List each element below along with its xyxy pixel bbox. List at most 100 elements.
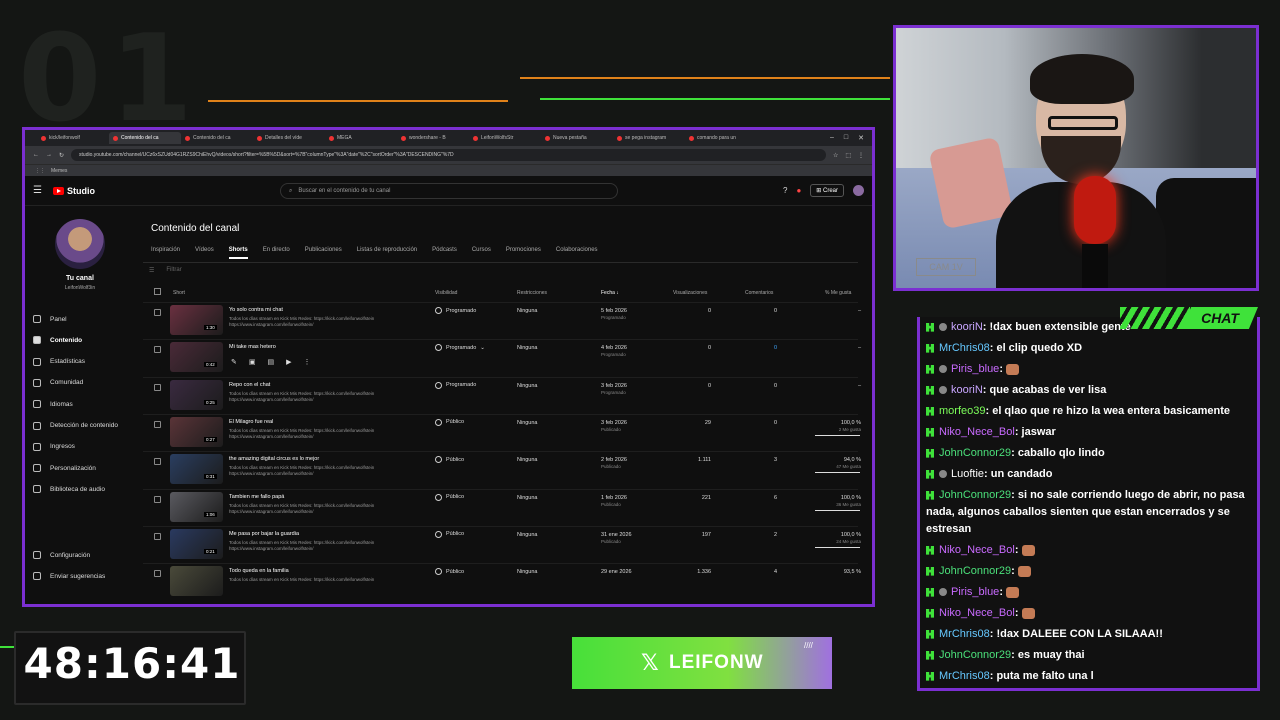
bookmark-star-icon[interactable]: ☆ — [833, 152, 838, 159]
visibility-cell[interactable]: Público — [435, 493, 464, 501]
sidebar-item-settings[interactable]: Configuración — [33, 547, 133, 563]
col-visibility[interactable]: Visibilidad — [435, 290, 457, 296]
sidebar-item-idiomas[interactable]: Idiomas — [33, 396, 133, 412]
chat-username[interactable]: Piris_blue — [951, 363, 999, 375]
row-checkbox[interactable] — [154, 570, 161, 578]
maximize-icon[interactable]: □ — [844, 134, 848, 142]
tab-cursos[interactable]: Cursos — [472, 247, 491, 259]
chat-username[interactable]: MrChris08 — [939, 628, 990, 640]
row-checkbox[interactable] — [154, 346, 161, 354]
sidebar-item-panel[interactable]: Panel — [33, 311, 133, 327]
sidebar-item-ingresos[interactable]: Ingresos — [33, 439, 133, 455]
video-thumbnail[interactable] — [170, 379, 223, 410]
table-row[interactable]: 1:06 Tambien me fallo papá Todos los días … — [143, 488, 861, 526]
sidebar-item-contenido[interactable]: Contenido — [33, 332, 133, 348]
tab-inspiración[interactable]: Inspiración — [151, 247, 180, 259]
col-short[interactable]: Short — [173, 290, 185, 296]
browser-tab[interactable]: kick/leifonwolf — [37, 132, 109, 144]
table-row[interactable]: 0:25 Repo con el chat Todos los días strea… — [143, 376, 861, 414]
chat-username[interactable]: Luoftie — [951, 468, 984, 480]
video-title[interactable]: Todo queda en la familia — [229, 568, 289, 574]
browser-tab[interactable]: Contenido del ca — [109, 132, 181, 144]
chat-username[interactable]: Niko_Nece_Bol — [939, 607, 1015, 619]
channel-avatar[interactable] — [55, 219, 105, 269]
analytics-icon[interactable]: ▣ — [249, 358, 256, 366]
video-thumbnail[interactable] — [170, 528, 223, 559]
filter-bar[interactable]: ☰ Filtrar — [149, 267, 182, 274]
chat-username[interactable]: Niko_Nece_Bol — [939, 544, 1015, 556]
video-title[interactable]: Me pasa por bajar la guardia — [229, 531, 299, 537]
sidebar-item-detección-de-contenido[interactable]: Detección de contenido — [33, 418, 133, 434]
video-thumbnail[interactable] — [170, 416, 223, 447]
browser-tab[interactable]: MEGA — [325, 132, 397, 144]
row-checkbox[interactable] — [154, 495, 161, 503]
video-title[interactable]: Tambien me fallo papá — [229, 494, 284, 500]
chat-username[interactable]: JohnConnor29 — [939, 649, 1011, 661]
chat-username[interactable]: JohnConnor29 — [939, 447, 1011, 459]
col-restrictions[interactable]: Restricciones — [517, 290, 547, 296]
apps-icon[interactable]: ⋮⋮ — [35, 168, 45, 174]
chat-username[interactable]: MrChris08 — [939, 670, 990, 682]
chat-username[interactable]: morfeo39 — [939, 405, 985, 417]
tab-shorts[interactable]: Shorts — [228, 247, 248, 259]
video-thumbnail[interactable] — [170, 454, 223, 485]
minimize-icon[interactable]: – — [830, 134, 834, 142]
table-row[interactable]: 0:31 the amazing digital circus es lo mej… — [143, 451, 861, 488]
col-comments[interactable]: Comentarios — [745, 290, 773, 296]
sidebar-item-biblioteca-de-audio[interactable]: Biblioteca de audio — [33, 481, 133, 497]
table-row[interactable]: 1:30 Yo solo contra mi chat Todos los días… — [143, 302, 861, 339]
reload-icon[interactable]: ↻ — [59, 152, 64, 159]
youtube-icon[interactable]: ▶ — [286, 358, 291, 366]
account-avatar[interactable] — [853, 185, 864, 196]
studio-logo[interactable]: Studio — [53, 186, 95, 196]
tab-pódcasts[interactable]: Pódcasts — [432, 247, 457, 259]
create-button[interactable]: ⊞ Crear — [810, 184, 844, 197]
help-icon[interactable]: ? — [783, 186, 787, 195]
browser-tab[interactable]: Detalles del víde — [253, 132, 325, 144]
row-checkbox[interactable] — [154, 532, 161, 540]
chat-username[interactable]: Niko_Nece_Bol — [939, 426, 1015, 438]
browser-tab[interactable]: Nueva pestaña — [541, 132, 613, 144]
row-checkbox[interactable] — [154, 383, 161, 391]
table-row[interactable]: 0:27 El Milagro fue real Todos los días st… — [143, 413, 861, 451]
browser-tab[interactable]: comando para un — [685, 132, 757, 144]
tab-en-directo[interactable]: En directo — [263, 247, 290, 259]
video-title[interactable]: the amazing digital circus es lo mejor — [229, 456, 319, 462]
video-thumbnail[interactable] — [170, 491, 223, 522]
search-input[interactable]: ⌕ Buscar en el contenido de tu canal — [280, 183, 618, 199]
browser-tab[interactable]: se pega instagram — [613, 132, 685, 144]
row-checkbox[interactable] — [154, 420, 161, 428]
forward-icon[interactable]: → — [46, 152, 52, 158]
tab-vídeos[interactable]: Vídeos — [195, 247, 214, 259]
chat-username[interactable]: kooriN — [951, 384, 983, 396]
visibility-cell[interactable]: Programado — [435, 381, 476, 389]
col-date[interactable]: Fecha ↓ — [601, 290, 619, 296]
chevron-down-icon[interactable]: ⌄ — [480, 345, 485, 351]
browser-tab[interactable]: LeifonWolfsStr — [469, 132, 541, 144]
video-title[interactable]: Yo solo contra mi chat — [229, 307, 283, 313]
visibility-cell[interactable]: Programado ⌄ — [435, 344, 485, 352]
visibility-cell[interactable]: Público — [435, 418, 464, 426]
visibility-cell[interactable]: Programado — [435, 307, 476, 314]
hamburger-menu-icon[interactable]: ☰ — [33, 185, 53, 196]
back-icon[interactable]: ← — [33, 152, 39, 158]
close-icon[interactable]: ✕ — [858, 134, 864, 142]
visibility-cell[interactable]: Público — [435, 456, 464, 464]
sidebar-item-comunidad[interactable]: Comunidad — [33, 375, 133, 391]
video-title[interactable]: Mi take mas hetero — [229, 344, 276, 350]
visibility-cell[interactable]: Público — [435, 568, 464, 576]
bookmark-memes[interactable]: Memes — [51, 168, 67, 174]
col-views[interactable]: Visualizaciones — [673, 290, 707, 296]
chat-username[interactable]: Piris_blue — [951, 586, 999, 598]
sidebar-item-feedback[interactable]: Enviar sugerencias — [33, 568, 133, 584]
table-row[interactable]: 0:21 Me pasa por bajar la guardia Todos lo… — [143, 525, 861, 563]
menu-dots-icon[interactable]: ⋮ — [858, 152, 864, 159]
address-field[interactable]: studio.youtube.com/channel/UCz6xSZUd04G1… — [71, 149, 826, 161]
chat-username[interactable]: JohnConnor29 — [939, 565, 1011, 577]
row-checkbox[interactable] — [154, 458, 161, 466]
sidebar-item-estadísticas[interactable]: Estadísticas — [33, 354, 133, 370]
edit-icon[interactable]: ✎ — [231, 358, 237, 366]
tab-listas-de-reproducción[interactable]: Listas de reproducción — [357, 247, 417, 259]
video-thumbnail[interactable] — [170, 342, 223, 373]
video-thumbnail[interactable] — [170, 305, 223, 335]
